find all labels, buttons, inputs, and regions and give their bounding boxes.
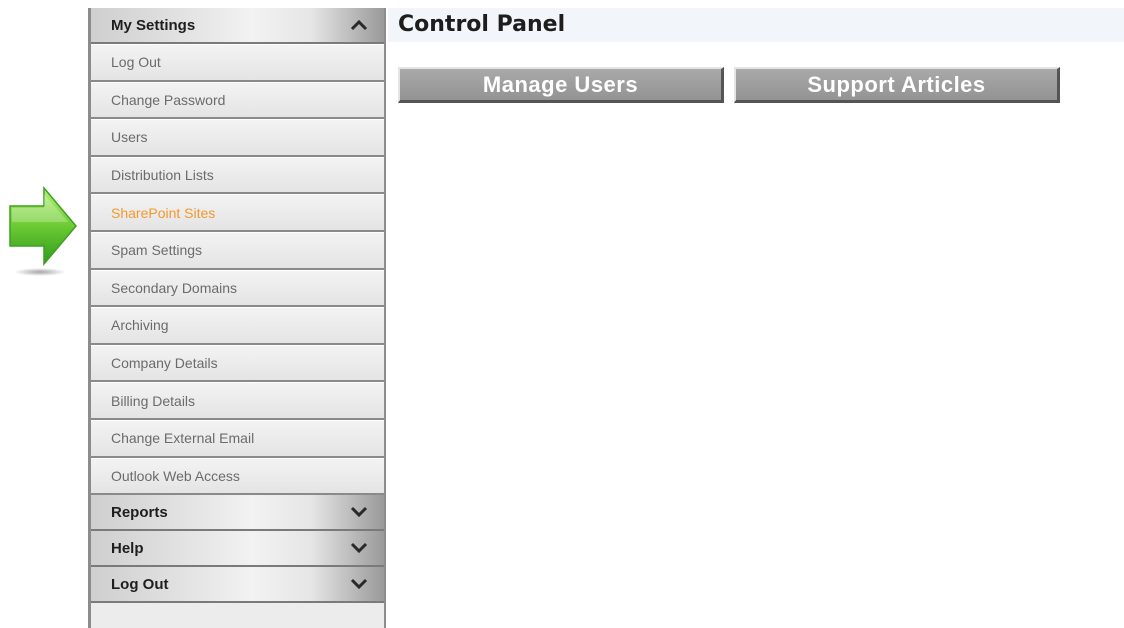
menu-item-billing-details[interactable]: Billing Details — [91, 382, 384, 420]
section-label-my-settings: My Settings — [111, 16, 196, 34]
section-header-log-out[interactable]: Log Out — [91, 567, 384, 604]
chevron-down-icon[interactable] — [350, 577, 368, 591]
menu-item-label: Distribution Lists — [111, 167, 214, 184]
chevron-down-icon[interactable] — [350, 505, 368, 519]
menu-item-label: Billing Details — [111, 392, 196, 409]
support-articles-button[interactable]: Support Articles — [734, 67, 1060, 103]
menu-item-label: Log Out — [111, 54, 161, 71]
section-label-help: Help — [111, 539, 144, 557]
section-label-reports: Reports — [111, 503, 168, 521]
chevron-up-icon[interactable] — [350, 18, 368, 32]
menu-item-label: Spam Settings — [111, 242, 203, 259]
chevron-down-icon[interactable] — [350, 541, 368, 555]
menu-item-log-out[interactable]: Log Out — [91, 44, 384, 82]
menu-item-change-external-email[interactable]: Change External Email — [91, 419, 384, 458]
menu-item-label: Company Details — [111, 355, 218, 372]
section-header-reports[interactable]: Reports — [91, 495, 384, 532]
menu-item-change-password[interactable]: Change Password — [91, 81, 384, 120]
section-label-log-out: Log Out — [111, 575, 169, 593]
page-title: Control Panel — [398, 12, 566, 37]
menu-item-label: Outlook Web Access — [111, 467, 240, 484]
menu-item-label: SharePoint Sites — [111, 204, 216, 221]
menu-item-secondary-domains[interactable]: Secondary Domains — [91, 269, 384, 308]
menu-item-spam-settings[interactable]: Spam Settings — [91, 231, 384, 270]
menu-item-sharepoint-sites[interactable]: SharePoint Sites — [91, 194, 384, 232]
menu-item-label: Archiving — [111, 317, 169, 334]
menu-item-distribution-lists[interactable]: Distribution Lists — [91, 156, 384, 195]
menu-item-company-details[interactable]: Company Details — [91, 344, 384, 383]
menu-item-label: Change Password — [111, 91, 226, 108]
menu-item-outlook-web-access[interactable]: Outlook Web Access — [91, 457, 384, 496]
section-header-my-settings[interactable]: My Settings — [91, 8, 384, 44]
section-header-help[interactable]: Help — [91, 531, 384, 568]
main-content: Control Panel Manage Users Support Artic… — [388, 8, 1124, 628]
menu-item-label: Secondary Domains — [111, 279, 238, 296]
menu-item-label: Users — [111, 129, 148, 146]
menu-item-label: Change External Email — [111, 430, 255, 447]
manage-users-button[interactable]: Manage Users — [398, 67, 724, 103]
arrow-right-icon — [9, 186, 77, 276]
menu-item-users[interactable]: Users — [91, 119, 384, 157]
sidebar-menu: My Settings Log Out Change Password User… — [88, 8, 386, 628]
menu-item-archiving[interactable]: Archiving — [91, 307, 384, 345]
